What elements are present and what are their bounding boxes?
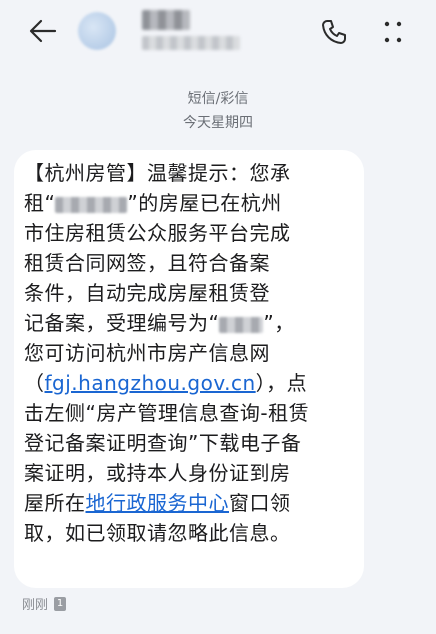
contact-number-redacted xyxy=(142,36,240,50)
redacted-address xyxy=(55,196,128,213)
back-button[interactable] xyxy=(28,18,58,44)
message-line: 市住房租赁公众服务平台完成 xyxy=(24,221,291,245)
more-options-button[interactable] xyxy=(380,18,406,46)
redacted-reference-number xyxy=(219,316,264,333)
message-footer: 刚刚 1 xyxy=(22,594,67,613)
website-link[interactable]: fgj.hangzhou.gov.cn xyxy=(45,371,256,395)
message-line: 登记备案证明查询”下载电子备 xyxy=(24,431,302,455)
message-line: 您可访问杭州市房产信息网 xyxy=(24,341,270,365)
contact-avatar[interactable] xyxy=(78,12,116,50)
message-line: 屋所在地行政服务中心窗口领 xyxy=(24,491,291,515)
more-vertical-icon xyxy=(384,21,402,43)
message-line: 【杭州房管】温馨提示：您承 xyxy=(24,161,291,185)
message-line: 条件，自动完成房屋租赁登 xyxy=(24,281,270,305)
message-line: （fgj.hangzhou.gov.cn），点 xyxy=(24,371,308,395)
message-line: 击左侧“房产管理信息查询-租赁 xyxy=(24,401,310,425)
message-line: 记备案，受理编号为“”， xyxy=(24,311,295,335)
message-type-label: 短信/彩信 xyxy=(187,91,249,107)
top-bar xyxy=(0,0,436,62)
contact-name-redacted[interactable] xyxy=(142,10,190,30)
sim-card-icon: 1 xyxy=(54,596,67,611)
phone-icon xyxy=(322,20,346,44)
message-line: 租“ ”的房屋已在杭州 xyxy=(24,191,282,215)
date-separator: 今天星期四 xyxy=(183,115,253,131)
arrow-left-icon xyxy=(29,19,57,43)
message-time: 刚刚 xyxy=(22,598,49,613)
message-line: 租赁合同网签，且符合备案 xyxy=(24,251,270,275)
service-center-link[interactable]: 地行政服务中心 xyxy=(86,491,230,515)
message-text: 【杭州房管】温馨提示：您承 租“ ”的房屋已在杭州 市住房租赁公众服务平台完成 租… xyxy=(24,158,364,548)
call-button[interactable] xyxy=(320,18,348,46)
message-line: 取，如已领取请忽略此信息。 xyxy=(24,521,291,545)
message-line: 案证明，或持本人身份证到房 xyxy=(24,461,291,485)
